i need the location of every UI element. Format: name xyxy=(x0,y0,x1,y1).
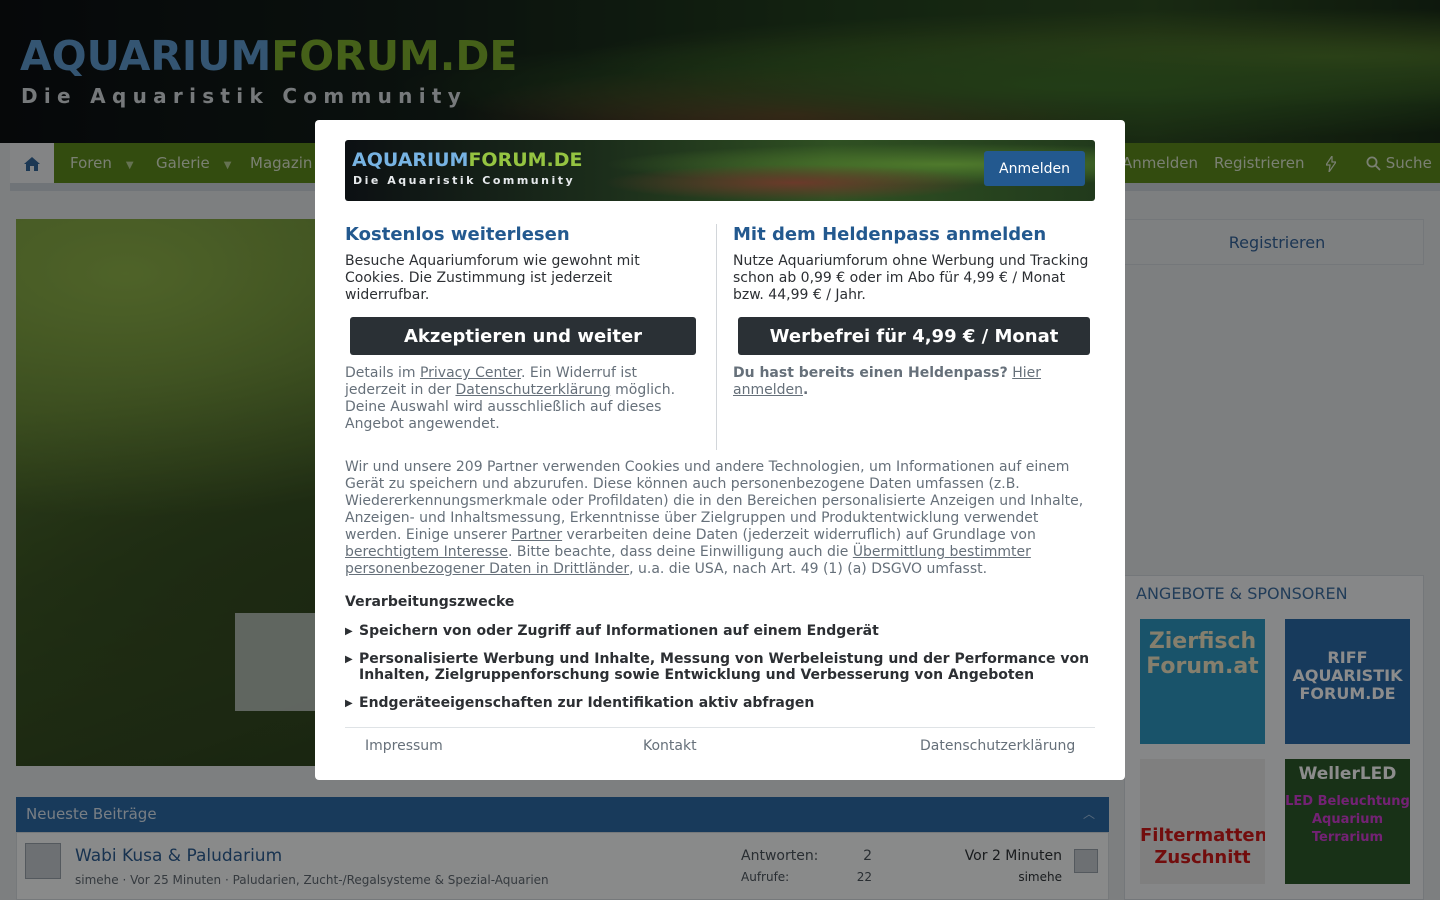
consent-banner: AQUARIUMFORUM.DE Die Aquaristik Communit… xyxy=(345,140,1095,201)
privacy-policy-link[interactable]: Datenschutzerklärung xyxy=(455,382,610,398)
accept-button[interactable]: Akzeptieren und weiter xyxy=(350,317,696,355)
free-read-text: Besuche Aquariumforum wie gewohnt mit Co… xyxy=(345,253,640,303)
heldenpass-column: Mit dem Heldenpass anmelden Nutze Aquari… xyxy=(733,224,1095,398)
details-pre: Details im xyxy=(345,365,420,381)
footer-contact-link[interactable]: Kontakt xyxy=(643,738,697,754)
free-read-column: Kostenlos weiterlesen Besuche Aquariumfo… xyxy=(345,224,700,432)
purpose-personalised-ads[interactable]: ▶ Personalisierte Werbung und Inhalte, Me… xyxy=(345,651,1100,683)
expand-triangle-icon[interactable]: ▶ xyxy=(345,624,353,640)
purpose-storage[interactable]: ▶ Speichern von oder Zugriff auf Informat… xyxy=(345,623,1100,639)
purpose-device-identification[interactable]: ▶ Endgeräteeigenschaften zur Identifikati… xyxy=(345,695,1100,711)
policy-text-2: verarbeiten deine Daten (jederzeit wider… xyxy=(562,527,1036,543)
have-pass-text: Du hast bereits einen Heldenpass? xyxy=(733,365,1008,381)
footer-imprint-link[interactable]: Impressum xyxy=(365,738,443,754)
consent-dialog: AQUARIUMFORUM.DE Die Aquaristik Communit… xyxy=(315,120,1125,780)
banner-logo: AQUARIUMFORUM.DE xyxy=(352,149,583,171)
partner-link[interactable]: Partner xyxy=(511,527,562,543)
adfree-subscribe-button[interactable]: Werbefrei für 4,99 € / Monat xyxy=(738,317,1090,355)
purposes-heading: Verarbeitungszwecke xyxy=(345,594,515,610)
privacy-center-link[interactable]: Privacy Center xyxy=(420,365,521,381)
footer-divider xyxy=(345,727,1095,728)
purpose-label: Personalisierte Werbung und Inhalte, Mes… xyxy=(359,651,1090,683)
heldenpass-text: Nutze Aquariumforum ohne Werbung und Tra… xyxy=(733,253,1089,303)
heldenpass-heading: Mit dem Heldenpass anmelden xyxy=(733,224,1047,245)
free-read-heading: Kostenlos weiterlesen xyxy=(345,224,570,245)
banner-logo-part1: AQUARIUM xyxy=(352,149,469,171)
policy-text-3: . Bitte beachte, dass deine Einwilligung… xyxy=(507,544,853,560)
purpose-label: Speichern von oder Zugriff auf Informati… xyxy=(359,623,879,639)
period: . xyxy=(802,382,809,398)
purpose-label: Endgeräteeigenschaften zur Identifikatio… xyxy=(359,695,815,711)
column-divider xyxy=(716,224,717,450)
footer-privacy-link[interactable]: Datenschutzerklärung xyxy=(920,738,1075,754)
legitimate-interest-link[interactable]: berechtigtem Interesse xyxy=(345,544,508,560)
banner-login-button[interactable]: Anmelden xyxy=(984,151,1085,186)
banner-tagline: Die Aquaristik Community xyxy=(353,174,576,187)
heldenpass-login-hint: Du hast bereits einen Heldenpass? Hier a… xyxy=(733,365,1095,399)
consent-details: Details im Privacy Center. Ein Widerruf … xyxy=(345,365,700,433)
expand-triangle-icon[interactable]: ▶ xyxy=(345,696,353,712)
banner-logo-part2: FORUM.DE xyxy=(468,149,583,171)
expand-triangle-icon[interactable]: ▶ xyxy=(345,652,353,668)
policy-text-4: , u.a. die USA, nach Art. 49 (1) (a) DSG… xyxy=(629,561,988,577)
consent-policy-text: Wir und unsere 209 Partner verwenden Coo… xyxy=(345,459,1095,578)
